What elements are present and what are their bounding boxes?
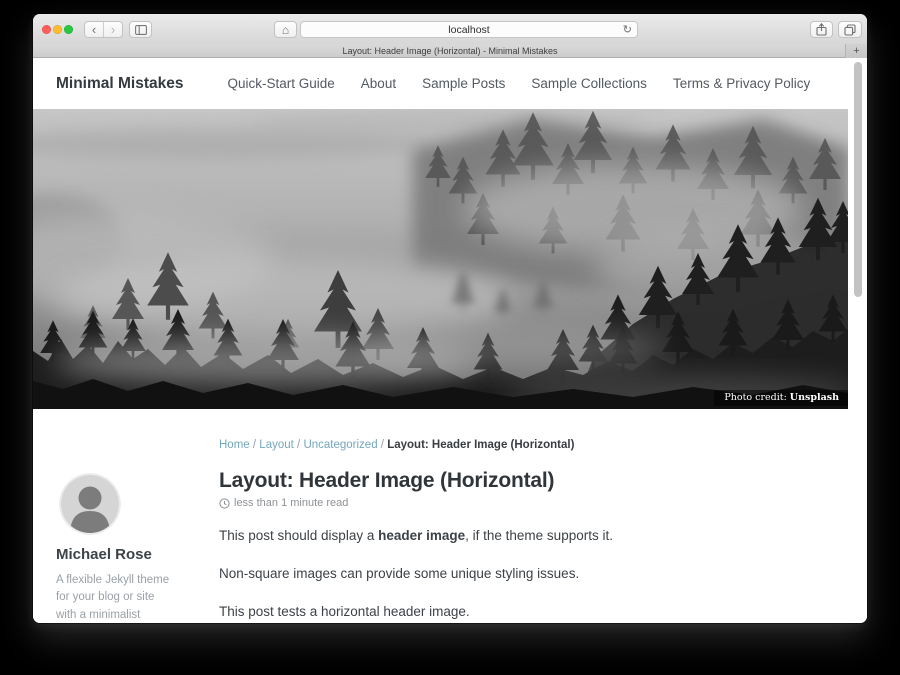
author-name: Michael Rose <box>56 546 219 563</box>
post-layout: Michael Rose A flexible Jekyll theme for… <box>33 467 867 623</box>
clock-icon <box>219 498 230 509</box>
paragraph-1: This post should display a header image,… <box>219 526 843 547</box>
author-bio: A flexible Jekyll theme for your blog or… <box>56 572 178 623</box>
plus-icon: + <box>853 45 859 57</box>
url-text: localhost <box>448 24 489 36</box>
foggy-forest-photo <box>33 109 848 409</box>
share-button[interactable] <box>810 21 833 38</box>
breadcrumb-current: Layout: Header Image (Horizontal) <box>387 439 574 451</box>
back-icon: ‹ <box>92 23 96 36</box>
tabs-icon <box>844 24 856 36</box>
post-title: Layout: Header Image (Horizontal) <box>219 469 843 493</box>
photo-credit-link[interactable]: Unsplash <box>790 392 839 403</box>
scrollbar-track[interactable] <box>848 58 867 623</box>
photo-credit: Photo credit: Unsplash <box>714 390 848 406</box>
sidebar-toggle-button[interactable] <box>129 21 152 38</box>
paragraph-2: Non-square images can provide some uniqu… <box>219 564 843 585</box>
breadcrumb-separator: / <box>253 439 256 451</box>
breadcrumb-separator: / <box>381 439 384 451</box>
home-button[interactable]: ⌂ <box>274 21 297 38</box>
paragraph-1-text: This post should display a <box>219 528 378 543</box>
post-body: This post should display a header image,… <box>219 526 843 623</box>
breadcrumb: Home / Layout / Uncategorized / Layout: … <box>219 439 867 451</box>
page-viewport: Minimal Mistakes Quick-Start Guide About… <box>33 58 867 623</box>
post-content: Layout: Header Image (Horizontal) less t… <box>219 467 867 623</box>
author-avatar <box>59 473 121 535</box>
nav-item-terms-privacy[interactable]: Terms & Privacy Policy <box>673 76 810 91</box>
paragraph-1-tail: , if the theme supports it. <box>465 528 613 543</box>
tab-bar: Layout: Header Image (Horizontal) - Mini… <box>33 44 867 58</box>
back-button[interactable]: ‹ <box>85 22 103 37</box>
address-bar[interactable]: localhost ↻ <box>300 21 638 38</box>
reload-button[interactable]: ↻ <box>623 23 632 36</box>
header-image: Photo credit: Unsplash <box>33 109 848 409</box>
breadcrumb-layout[interactable]: Layout <box>259 439 294 451</box>
forward-button[interactable]: › <box>104 22 122 37</box>
home-icon: ⌂ <box>282 23 289 37</box>
sidebar-icon <box>135 25 147 35</box>
active-tab[interactable]: Layout: Header Image (Horizontal) - Mini… <box>342 46 557 56</box>
close-window-button[interactable] <box>42 25 51 34</box>
reload-icon: ↻ <box>623 24 632 36</box>
browser-toolbar: ‹ › ⌂ localhost ↻ <box>33 14 867 45</box>
minimize-window-button[interactable] <box>53 25 62 34</box>
paragraph-3: This post tests a horizontal header imag… <box>219 602 843 623</box>
read-time: less than 1 minute read <box>234 497 348 509</box>
author-sidebar: Michael Rose A flexible Jekyll theme for… <box>56 467 219 623</box>
nav-item-sample-posts[interactable]: Sample Posts <box>422 76 505 91</box>
history-nav-group: ‹ › <box>84 21 123 38</box>
nav-item-quick-start-guide[interactable]: Quick-Start Guide <box>228 76 335 91</box>
breadcrumb-uncategorized[interactable]: Uncategorized <box>303 439 377 451</box>
post-meta: less than 1 minute read <box>219 497 843 509</box>
paragraph-1-bold: header image <box>378 528 465 543</box>
breadcrumb-separator: / <box>297 439 300 451</box>
nav-item-sample-collections[interactable]: Sample Collections <box>531 76 647 91</box>
breadcrumb-home[interactable]: Home <box>219 439 250 451</box>
share-icon <box>816 23 827 36</box>
zoom-window-button[interactable] <box>64 25 73 34</box>
forward-icon: › <box>111 23 115 36</box>
tab-overview-button[interactable] <box>838 21 862 38</box>
photo-credit-label: Photo credit: <box>724 392 789 403</box>
site-title[interactable]: Minimal Mistakes <box>56 75 184 93</box>
new-tab-button[interactable]: + <box>845 44 867 58</box>
scrollbar-thumb[interactable] <box>854 62 862 297</box>
site-masthead: Minimal Mistakes Quick-Start Guide About… <box>33 58 867 109</box>
site-nav: Quick-Start Guide About Sample Posts Sam… <box>228 76 811 91</box>
browser-window: ‹ › ⌂ localhost ↻ <box>33 14 867 623</box>
nav-item-about[interactable]: About <box>361 76 396 91</box>
